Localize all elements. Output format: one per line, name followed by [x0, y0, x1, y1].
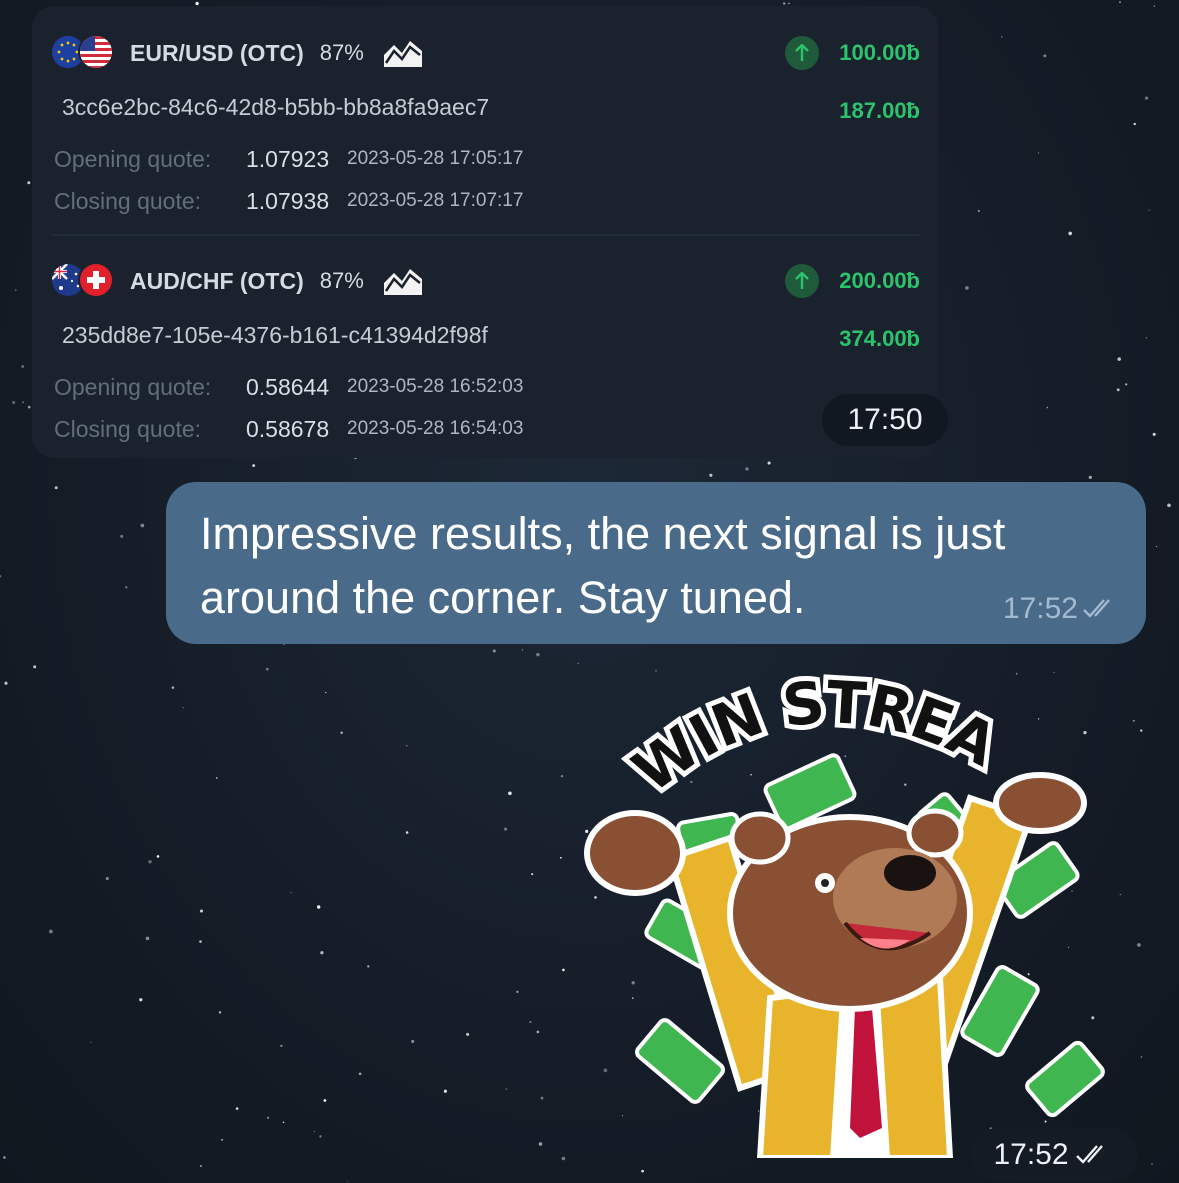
opening-quote-value: 0.58644: [246, 373, 330, 400]
currency-pair: EUR/USD (OTC): [130, 39, 304, 66]
trade-amount: 100.00ƀ: [839, 40, 920, 65]
trade-amount-row: 200.00ƀ: [785, 260, 920, 302]
trade-id: 3cc6e2bc-84c6-42d8-b5bb-bb8a8fa9aec7: [62, 94, 490, 120]
opening-quote-row: Opening quote: 0.58644 2023-05-28 16:52:…: [54, 372, 523, 402]
divider: [52, 234, 920, 236]
closing-quote-time: 2023-05-28 17:07:17: [347, 190, 524, 211]
currency-flags: [52, 260, 114, 302]
trade-amount: 200.00ƀ: [839, 268, 920, 293]
message-timestamp: 17:52: [1002, 592, 1078, 625]
payout-percent: 87%: [319, 268, 364, 293]
closing-quote-label: Closing quote:: [54, 415, 202, 442]
message-timestamp: 17:50: [822, 394, 948, 446]
payout-percent: 87%: [319, 40, 364, 65]
trade-header: AUD/CHF (OTC) 87%: [52, 260, 424, 302]
sticker-timestamp-pill: 17:52: [970, 1128, 1138, 1182]
ch-flag-icon: [78, 262, 114, 298]
arrow-up-icon: [785, 264, 820, 298]
chart-icon[interactable]: [382, 265, 424, 297]
closing-quote-value: 0.58678: [246, 415, 330, 442]
trade-payout: 374.00ƀ: [839, 326, 920, 351]
message-meta: 17:52: [1003, 592, 1122, 626]
opening-quote-time: 2023-05-28 16:52:03: [347, 376, 524, 397]
opening-quote-value: 1.07923: [246, 145, 330, 172]
message-text: Impressive results, the next signal is j…: [200, 508, 1006, 623]
outgoing-message-bubble[interactable]: Impressive results, the next signal is j…: [166, 482, 1146, 644]
double-check-icon: [1083, 599, 1110, 618]
arrow-up-icon: [785, 36, 820, 70]
trade-id: 235dd8e7-105e-4376-b161-c41394d2f98f: [62, 322, 488, 348]
closing-quote-value: 1.07938: [246, 187, 330, 214]
closing-quote-row: Closing quote: 1.07938 2023-05-28 17:07:…: [54, 186, 523, 216]
trade-payout: 187.00ƀ: [839, 98, 920, 123]
opening-quote-row: Opening quote: 1.07923 2023-05-28 17:05:…: [54, 144, 523, 174]
closing-quote-label: Closing quote:: [54, 187, 202, 214]
win-streak-bear-sticker[interactable]: WIN STREAK: [560, 668, 1140, 1158]
chart-icon[interactable]: [382, 37, 424, 69]
trade-header: EUR/USD (OTC) 87%: [52, 32, 424, 74]
trade-amount-row: 100.00ƀ: [785, 32, 920, 74]
us-flag-icon: [78, 34, 114, 70]
message-timestamp: 17:52: [993, 1138, 1069, 1171]
currency-pair: AUD/CHF (OTC): [130, 267, 304, 294]
opening-quote-time: 2023-05-28 17:05:17: [347, 148, 524, 169]
trade-results-message: EUR/USD (OTC) 87% 100.00ƀ 187.00ƀ 3cc6e2…: [32, 6, 948, 458]
opening-quote-label: Opening quote:: [54, 373, 212, 400]
opening-quote-label: Opening quote:: [54, 145, 212, 172]
double-check-icon: [1075, 1145, 1103, 1164]
closing-quote-row: Closing quote: 0.58678 2023-05-28 16:54:…: [54, 414, 523, 444]
closing-quote-time: 2023-05-28 16:54:03: [347, 418, 524, 439]
currency-flags: [52, 32, 114, 74]
